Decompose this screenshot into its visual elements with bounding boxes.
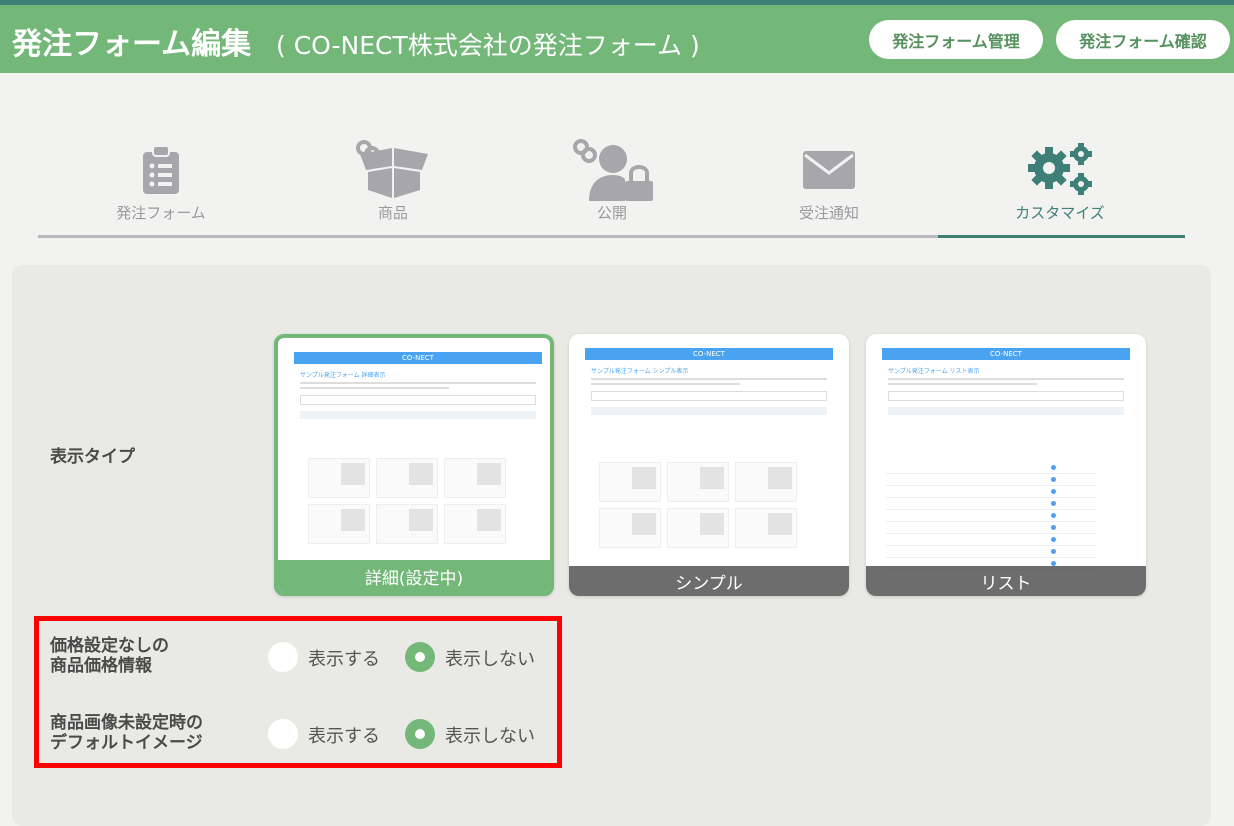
default-image-hide-radio[interactable]	[405, 719, 435, 749]
preview-title: サンプル発注フォーム 詳細表示	[300, 372, 386, 379]
display-type-card-simple[interactable]: CO-NECT サンプル発注フォーム シンプル表示 シンプル	[569, 334, 849, 596]
preview-brand: CO-NECT	[294, 352, 542, 364]
preview-brand: CO-NECT	[882, 348, 1130, 360]
preview-grid	[308, 458, 508, 544]
radio-label[interactable]: 表示しない	[445, 645, 535, 671]
preview-brand: CO-NECT	[585, 348, 833, 360]
tab-label: 公開	[596, 204, 627, 222]
tab-products[interactable]: 商品	[278, 130, 508, 240]
radio-label[interactable]: 表示する	[308, 722, 380, 748]
card-caption: 詳細(設定中)	[278, 560, 550, 592]
preview-thumbnail: CO-NECT サンプル発注フォーム リスト表示	[882, 348, 1130, 421]
radio-label[interactable]: 表示する	[308, 645, 380, 671]
label-line: 商品価格情報	[50, 656, 152, 676]
linked-box-icon	[278, 140, 508, 200]
radio-label[interactable]: 表示しない	[445, 722, 535, 748]
envelope-icon	[714, 140, 944, 200]
clipboard-list-icon	[46, 140, 276, 200]
card-caption: リスト	[866, 566, 1146, 596]
option-label-default-image: 商品画像未設定時の デフォルトイメージ	[50, 713, 203, 753]
confirm-form-button[interactable]: 発注フォーム確認	[1056, 20, 1230, 59]
tab-order-form[interactable]: 発注フォーム	[46, 130, 276, 240]
label-line: 価格設定なしの	[50, 636, 169, 656]
gears-icon	[945, 140, 1175, 200]
tab-order-notification[interactable]: 受注通知	[714, 130, 944, 240]
steps-active-indicator	[938, 235, 1185, 238]
step-tabs: 発注フォーム 商品 公開 受注通知 カスタマイズ	[38, 130, 1185, 240]
price-info-show-radio[interactable]	[268, 642, 298, 672]
default-image-show-radio[interactable]	[268, 719, 298, 749]
label-line: 商品画像未設定時の	[50, 713, 203, 733]
label-line: デフォルトイメージ	[50, 733, 203, 753]
preview-thumbnail: CO-NECT サンプル発注フォーム シンプル表示	[585, 348, 833, 421]
tab-label: 商品	[377, 204, 408, 222]
preview-grid	[599, 462, 799, 548]
tab-label: 受注通知	[798, 204, 859, 222]
linked-user-lock-icon	[497, 139, 727, 201]
tab-label: 発注フォーム	[116, 204, 206, 222]
preview-list	[886, 462, 1096, 570]
page-header: 発注フォーム編集 ( CO-NECT株式会社の発注フォーム ) 発注フォーム管理…	[0, 5, 1234, 73]
tab-publish[interactable]: 公開	[497, 130, 727, 240]
steps-progress-line	[38, 235, 938, 238]
manage-form-button[interactable]: 発注フォーム管理	[869, 20, 1043, 59]
tab-label: カスタマイズ	[1015, 204, 1105, 222]
preview-title: サンプル発注フォーム リスト表示	[888, 368, 980, 375]
display-type-card-detail[interactable]: CO-NECT サンプル発注フォーム 詳細表示 詳細(設定中)	[274, 334, 554, 596]
card-caption: シンプル	[569, 566, 849, 596]
page-subtitle: ( CO-NECT株式会社の発注フォーム )	[276, 31, 700, 60]
tab-customize[interactable]: カスタマイズ	[945, 130, 1175, 240]
display-type-card-list[interactable]: CO-NECT サンプル発注フォーム リスト表示 リスト	[866, 334, 1146, 596]
page-title: 発注フォーム編集	[12, 27, 252, 62]
preview-thumbnail: CO-NECT サンプル発注フォーム 詳細表示	[294, 352, 542, 425]
display-type-label: 表示タイプ	[50, 447, 135, 467]
option-label-price-info: 価格設定なしの 商品価格情報	[50, 636, 169, 676]
preview-title: サンプル発注フォーム シンプル表示	[591, 368, 689, 375]
price-info-hide-radio[interactable]	[405, 642, 435, 672]
